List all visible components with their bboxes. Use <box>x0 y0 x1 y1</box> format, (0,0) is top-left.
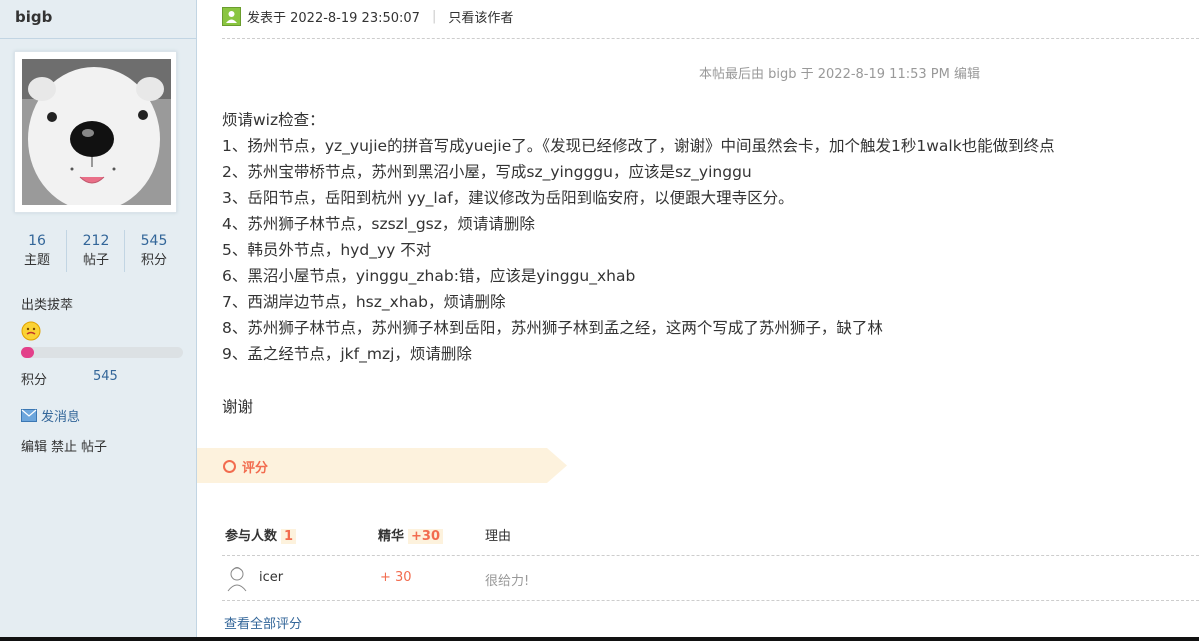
rater-name[interactable]: icer <box>259 570 283 585</box>
post-line: 烦请wiz检查： <box>222 111 325 129</box>
rating-title: 评分 <box>223 457 268 476</box>
stat-label: 主题 <box>23 253 50 268</box>
stat-label: 帖子 <box>82 253 109 268</box>
post-content: 烦请wiz检查： 1、扬州节点，yz_yujie的拼音写成yuejie了。《发现… <box>222 107 1182 367</box>
user-group[interactable]: 出类拔萃 <box>21 294 73 313</box>
header-divider <box>222 38 1199 39</box>
rating-header-divider <box>222 555 1199 556</box>
edit-note: 本帖最后由 bigb 于 2022-8-19 11:53 PM 编辑 <box>699 67 980 82</box>
credit-progress-fill <box>21 347 34 358</box>
post-thanks: 谢谢 <box>222 398 254 416</box>
post-line: 7、西湖岸边节点，hsz_xhab，烦请删除 <box>222 293 506 311</box>
credit-value: 545 <box>93 369 118 384</box>
avatar-frame <box>14 51 177 213</box>
rater-avatar[interactable] <box>224 563 250 593</box>
stat-value: 545 <box>140 233 168 249</box>
send-message-link[interactable]: 发消息 <box>21 406 80 425</box>
admin-links: 编辑 禁止 帖子 <box>21 436 111 455</box>
reason-header: 理由 <box>485 529 512 544</box>
rating-header-row: 参与人数 1 精华 +30 理由 <box>222 522 1199 554</box>
credit-progress-bar <box>21 347 183 358</box>
essence-total: +30 <box>408 529 443 544</box>
participants-header: 参与人数 1 <box>225 525 297 544</box>
post-line: 6、黑沼小屋节点，yinggu_zhab:错，应该是yinggu_xhab <box>222 267 636 285</box>
rater-score: + 30 <box>380 570 412 585</box>
stat-posts[interactable]: 212 帖子 <box>67 231 125 271</box>
group-star-icon <box>21 321 41 341</box>
only-author-link[interactable]: 只看该作者 <box>448 7 513 26</box>
post-line: 5、韩员外节点，hyd_yy 不对 <box>222 241 432 259</box>
bottom-edge <box>0 637 1199 641</box>
post-timestamp: 发表于 2022-8-19 23:50:07 <box>247 11 420 26</box>
author-sidebar: bigb 16 主题 212 帖子 545 积分 出类拔萃 积分 545 发消息… <box>0 0 197 641</box>
avatar[interactable] <box>22 59 171 205</box>
sidebar-divider <box>0 38 196 39</box>
stat-label: 积分 <box>140 253 167 268</box>
admin-posts-link[interactable]: 帖子 <box>81 440 107 455</box>
send-message-label: 发消息 <box>41 410 81 425</box>
post-line: 9、孟之经节点，jkf_mzj，烦请删除 <box>222 345 472 363</box>
admin-ban-link[interactable]: 禁止 <box>51 440 77 455</box>
essence-header: 精华 +30 <box>378 525 443 544</box>
online-status-icon <box>222 7 241 26</box>
author-name[interactable]: bigb <box>15 8 52 26</box>
stat-value: 16 <box>28 233 46 249</box>
rating-title-text: 评分 <box>242 461 269 476</box>
post-header: 发表于 2022-8-19 23:50:07 | 只看该作者 <box>222 7 513 26</box>
post-line: 1、扬州节点，yz_yujie的拼音写成yuejie了。《发现已经修改了，谢谢》… <box>222 137 1055 155</box>
rating-row-divider <box>222 600 1199 601</box>
post-line: 2、苏州宝带桥节点，苏州到黑沼小屋，写成sz_yingggu，应该是sz_yin… <box>222 163 752 181</box>
header-separator: | <box>431 9 437 24</box>
stat-credits[interactable]: 545 积分 <box>125 231 183 271</box>
view-all-ratings-link[interactable]: 查看全部评分 <box>224 613 302 632</box>
credit-label: 积分 <box>21 373 48 388</box>
essence-label: 精华 <box>378 529 405 544</box>
rating-row: icer + 30 很给力! <box>222 562 1199 598</box>
participants-label: 参与人数 <box>225 529 278 544</box>
post-line: 4、苏州狮子林节点，szszl_gsz，烦请请删除 <box>222 215 535 233</box>
rating-circle-icon <box>223 460 236 473</box>
rater-reason: 很给力! <box>485 574 530 589</box>
admin-edit-link[interactable]: 编辑 <box>21 440 47 455</box>
stat-value: 212 <box>82 233 110 249</box>
user-silhouette-icon <box>226 11 237 23</box>
participants-count: 1 <box>281 529 297 544</box>
post-line: 3、岳阳节点，岳阳到杭州 yy_laf，建议修改为岳阳到临安府，以便跟大理寺区分… <box>222 189 794 207</box>
envelope-icon <box>21 409 37 422</box>
post-line: 8、苏州狮子林节点，苏州狮子林到岳阳，苏州狮子林到孟之经，这两个写成了苏州狮子，… <box>222 319 883 337</box>
stat-threads[interactable]: 16 主题 <box>8 231 66 271</box>
